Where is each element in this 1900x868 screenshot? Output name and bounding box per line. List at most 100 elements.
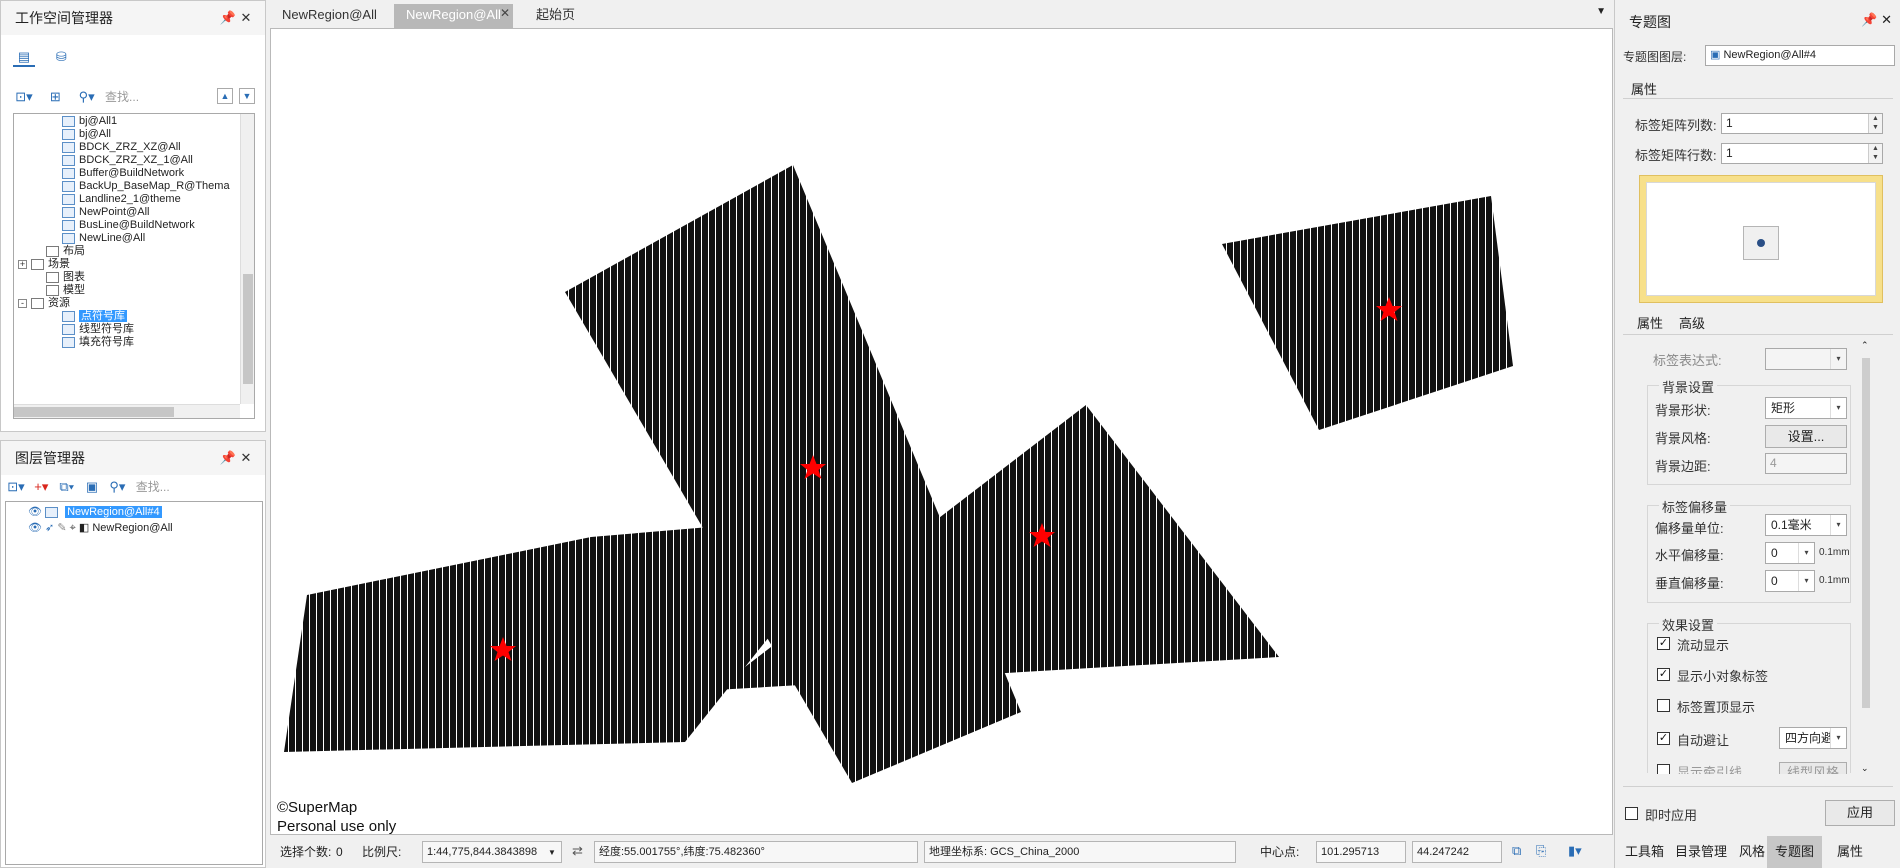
tree-item[interactable]: bj@All1: [62, 114, 117, 129]
flow-display-checkbox[interactable]: ✓: [1657, 637, 1670, 650]
workspace-tree-vscroll[interactable]: [240, 114, 254, 404]
map-svg[interactable]: [271, 29, 1613, 835]
region-polygon-top-right[interactable]: [1222, 196, 1513, 430]
apply-button[interactable]: 应用: [1825, 800, 1895, 826]
layer-label: NewRegion@All: [92, 522, 173, 534]
scale-combo[interactable]: 1:44,775,844.3843898: [422, 841, 562, 863]
matrix-cols-input[interactable]: 1 ▲ ▼: [1721, 113, 1883, 134]
add-layer-icon[interactable]: +▾: [30, 477, 52, 497]
status-bar: 选择个数: 0 比例尺: 1:44,775,844.3843898 ▼ ⇄ 经度…: [270, 836, 1614, 868]
bg-style-settings-button[interactable]: 设置...: [1765, 425, 1847, 448]
close-icon[interactable]: ✕: [500, 6, 510, 20]
spin-buttons[interactable]: ▲ ▼: [1868, 144, 1882, 163]
matrix-cell[interactable]: [1743, 226, 1779, 260]
database-icon[interactable]: ⛁: [50, 47, 72, 67]
tab-advanced[interactable]: 高级: [1679, 313, 1705, 332]
offset-unit-combo[interactable]: 0.1毫米 ▾: [1765, 514, 1847, 536]
snap-icon[interactable]: ⌖: [70, 522, 76, 534]
tree-item-label: NewPoint@All: [79, 206, 150, 218]
leader-line-checkbox[interactable]: [1657, 764, 1670, 774]
close-icon[interactable]: ✕: [1881, 12, 1892, 27]
workspace-tree[interactable]: 填充符号库 线型符号库 点符号库 - 资源 模型 图表 + 场景 布局 NewLine@All Bus…: [13, 113, 255, 419]
tree-item-label: BDCK_ZRZ_XZ_1@All: [79, 154, 193, 166]
tab-attributes[interactable]: 属性: [1637, 313, 1663, 332]
workspace-tree-icon[interactable]: ▤: [13, 47, 35, 67]
expand-icon[interactable]: +: [18, 259, 27, 269]
layer-row-region[interactable]: 👁 ➶ ✎ ⌖ ◧ NewRegion@All: [28, 520, 173, 536]
tree-item-label: 场景: [48, 258, 70, 270]
matrix-rows-input[interactable]: 1 ▲ ▼: [1721, 143, 1883, 164]
layer-property-icon[interactable]: ▣: [81, 477, 103, 497]
layer-style-icon[interactable]: ⊡▾: [5, 477, 27, 497]
tree-item[interactable]: 点符号库: [62, 308, 127, 324]
dataset-region-icon: [62, 141, 75, 153]
tab-map-2[interactable]: NewRegion@All: [394, 4, 513, 28]
search-icon[interactable]: ⚲▾: [106, 477, 128, 497]
pin-icon[interactable]: 📌: [1861, 12, 1877, 27]
center-y-input[interactable]: 44.247242: [1412, 841, 1502, 863]
tab-properties[interactable]: 属性: [1829, 836, 1871, 868]
label-top-checkbox[interactable]: [1657, 699, 1670, 712]
tab-thematic[interactable]: 专题图: [1767, 836, 1823, 868]
spin-buttons[interactable]: ▲ ▼: [1868, 114, 1882, 133]
close-icon[interactable]: ✕: [237, 1, 255, 35]
tree-item-label: 模型: [63, 284, 85, 296]
tab-map-1[interactable]: NewRegion@All: [270, 4, 389, 28]
visibility-eye-icon[interactable]: 👁: [28, 522, 42, 534]
open-workspace-icon[interactable]: ⊡▾: [13, 87, 35, 107]
paste-icon[interactable]: ⎘: [1536, 843, 1546, 859]
copy-icon[interactable]: ⧉: [1512, 843, 1521, 859]
new-datasource-icon[interactable]: ⊞: [44, 87, 66, 107]
tree-item-label: Landline2_1@theme: [79, 193, 181, 205]
right-dock-tabs: 工具箱 目录管理 风格 专题图 属性: [1615, 836, 1900, 868]
property-vscroll[interactable]: ⌃ ⌄: [1859, 340, 1873, 774]
v-offset-combo[interactable]: 0 ▾: [1765, 570, 1815, 592]
small-object-label: 显示小对象标签: [1677, 669, 1769, 684]
label-expression-combo[interactable]: ▾: [1765, 348, 1847, 370]
workspace-search-input[interactable]: 查找...: [101, 87, 139, 107]
search-icon[interactable]: ⚲▾: [76, 87, 98, 107]
theme-layer-combo[interactable]: ▣ NewRegion@All#4: [1705, 45, 1895, 66]
pin-icon[interactable]: 📌: [219, 441, 237, 475]
layer-list[interactable]: 👁 NewRegion@All#4 👁 ➶ ✎ ⌖ ◧ NewRegion@Al…: [5, 501, 263, 865]
layer-manager-panel: 图层管理器 📌 ✕ ⊡▾ +▾ ⧉▾ ▣ ⚲▾ 查找... 👁 NewRegion…: [0, 440, 266, 868]
center-x-input[interactable]: 101.295713: [1316, 841, 1406, 863]
h-offset-unit: 0.1mm: [1819, 547, 1850, 558]
leader-style-button[interactable]: 线型风格: [1779, 762, 1847, 774]
tab-toolbox[interactable]: 工具箱: [1617, 836, 1672, 868]
tab-list-dropdown-icon[interactable]: ▼: [1596, 6, 1606, 17]
editable-icon[interactable]: ✎: [57, 522, 66, 534]
swap-icon[interactable]: ⇄: [572, 843, 583, 859]
tree-item-label: 点符号库: [79, 310, 127, 322]
bg-shape-combo[interactable]: 矩形 ▾: [1765, 397, 1847, 419]
tree-item-label: BackUp_BaseMap_R@Thema: [79, 180, 230, 192]
layer-row-thematic[interactable]: 👁 NewRegion@All#4: [28, 504, 162, 520]
scale-dropdown-icon[interactable]: ▼: [548, 848, 556, 857]
matrix-preview[interactable]: [1639, 175, 1883, 303]
bg-margin-input[interactable]: 4: [1765, 453, 1847, 474]
tab-start-page[interactable]: 起始页: [524, 4, 587, 28]
visibility-eye-icon[interactable]: 👁: [28, 506, 42, 518]
scroll-up-icon[interactable]: ⌃: [1861, 340, 1869, 351]
search-next-icon[interactable]: ▼: [239, 88, 255, 104]
flow-display-label: 流动显示: [1677, 638, 1730, 653]
save-view-icon[interactable]: ▮▾: [1568, 843, 1582, 859]
layer-group-icon[interactable]: ⧉▾: [56, 477, 78, 497]
pin-icon[interactable]: 📌: [219, 1, 237, 35]
close-icon[interactable]: ✕: [237, 441, 255, 475]
auto-avoid-checkbox[interactable]: ✓: [1657, 732, 1670, 745]
auto-avoid-combo[interactable]: 四方向避 ▾: [1779, 727, 1847, 749]
workspace-tree-hscroll[interactable]: [14, 404, 240, 418]
search-prev-icon[interactable]: ▲: [217, 88, 233, 104]
small-object-checkbox[interactable]: ✓: [1657, 668, 1670, 681]
map-canvas[interactable]: ©SuperMap Personal use only: [270, 28, 1613, 835]
scroll-down-icon[interactable]: ⌄: [1861, 763, 1869, 774]
h-offset-combo[interactable]: 0 ▾: [1765, 542, 1815, 564]
selectable-arrow-icon[interactable]: ➶: [45, 522, 54, 534]
center-label: 中心点:: [1260, 845, 1300, 859]
layer-search-input[interactable]: 查找...: [132, 477, 170, 497]
tab-catalog[interactable]: 目录管理: [1667, 836, 1735, 868]
collapse-icon[interactable]: -: [18, 298, 27, 308]
dataset-region-icon: [62, 180, 75, 192]
instant-apply-checkbox[interactable]: [1625, 807, 1638, 820]
